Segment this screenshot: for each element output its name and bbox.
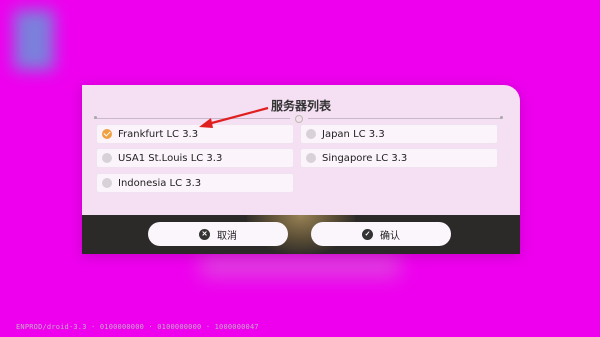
server-option-indonesia[interactable]: Indonesia LC 3.3 [97, 174, 293, 192]
server-option-japan[interactable]: Japan LC 3.3 [301, 125, 497, 143]
server-label: Singapore LC 3.3 [322, 152, 408, 164]
confirm-button[interactable]: ✓ 确认 [311, 222, 451, 246]
check-circle-icon: ✓ [362, 228, 373, 240]
confirm-label: 确认 [380, 230, 400, 242]
server-list-dialog: 服务器列表 Frankfurt LC 3.3 Japan LC 3.3 USA1… [82, 85, 520, 254]
divider-dot [94, 116, 97, 119]
blurred-background-element [200, 255, 400, 277]
x-circle-icon: ✕ [199, 228, 210, 240]
radio-unchecked-icon [102, 178, 112, 188]
server-option-frankfurt[interactable]: Frankfurt LC 3.3 [97, 125, 293, 143]
server-option-singapore[interactable]: Singapore LC 3.3 [301, 149, 497, 167]
radio-checked-icon [102, 129, 112, 139]
radio-unchecked-icon [102, 153, 112, 163]
radio-unchecked-icon [306, 129, 316, 139]
title-divider-right [308, 118, 502, 119]
title-divider-left [94, 118, 290, 119]
server-label: Frankfurt LC 3.3 [118, 128, 199, 140]
dialog-footer: ✕ 取消 ✓ 确认 [82, 215, 520, 254]
version-text: ENPROD/droid-3.3 · 0100000000 · 01000000… [16, 323, 259, 331]
title-ornament [295, 115, 303, 123]
server-option-usa1[interactable]: USA1 St.Louis LC 3.3 [97, 149, 293, 167]
blurred-background-element [14, 10, 54, 70]
divider-dot [500, 116, 503, 119]
server-label: Japan LC 3.3 [322, 128, 385, 140]
dialog-title: 服务器列表 [270, 99, 331, 113]
radio-unchecked-icon [306, 153, 316, 163]
cancel-label: 取消 [217, 230, 237, 242]
cancel-button[interactable]: ✕ 取消 [148, 222, 288, 246]
server-label: USA1 St.Louis LC 3.3 [118, 152, 223, 164]
server-label: Indonesia LC 3.3 [118, 177, 202, 189]
